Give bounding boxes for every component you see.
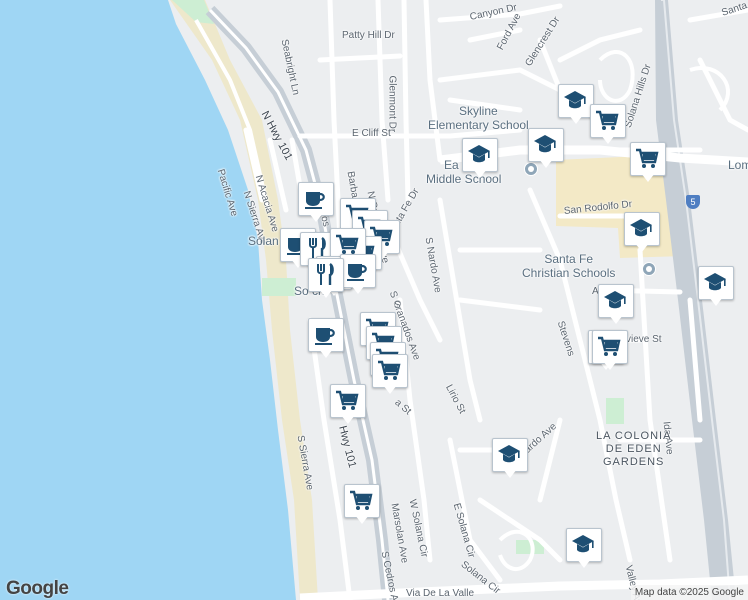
shopping-marker[interactable]: [344, 484, 380, 526]
place-line: LA COLONIA: [596, 430, 672, 442]
place-label-santa-fe-christian: Santa Fe Christian Schools: [522, 252, 615, 280]
school-marker[interactable]: [492, 438, 528, 480]
shopping-icon: [350, 490, 373, 510]
shopping-icon: [336, 390, 359, 410]
coffee-icon: [347, 264, 367, 281]
marker-pointer: [635, 243, 649, 252]
map-attribution[interactable]: Map data ©2025 Google: [630, 585, 748, 600]
street-label-e-cliff-st: E Cliff St: [352, 128, 391, 139]
school-marker[interactable]: [528, 128, 564, 170]
interstate-5-shield-icon: 5: [686, 195, 700, 209]
school-icon: [704, 273, 726, 291]
shopping-marker[interactable]: [630, 142, 666, 184]
school-icon: [534, 135, 556, 153]
school-marker[interactable]: [558, 84, 594, 126]
restaurant-icon: [317, 263, 334, 285]
shopping-marker[interactable]: [590, 104, 626, 146]
marker-pointer: [709, 297, 723, 306]
street-label-vieve-st: vieve St: [626, 334, 662, 345]
school-icon: [604, 291, 626, 309]
street-label-lom: Lom: [728, 158, 748, 172]
place-label-solana-beach-1: Solan: [248, 234, 279, 248]
marker-pointer: [383, 385, 397, 394]
marker-pointer: [577, 559, 591, 568]
street-label-s-fragment: S: [394, 300, 401, 311]
marker-pointer: [319, 349, 333, 358]
school-icon: [498, 445, 520, 463]
school-icon: [468, 145, 490, 163]
place-label-skyline-school: Skyline Elementary School: [428, 104, 529, 132]
marker-pointer: [473, 169, 487, 178]
coffee-marker[interactable]: [308, 318, 344, 360]
shopping-marker[interactable]: [330, 384, 366, 426]
coffee-icon: [305, 192, 325, 209]
marker-pointer: [603, 361, 617, 370]
school-marker[interactable]: [698, 266, 734, 308]
street-label-patty-hill-dr: Patty Hill Dr: [342, 30, 395, 41]
place-label-la-colonia: LA COLONIA DE EDEN GARDENS: [596, 430, 671, 469]
restaurant-marker[interactable]: [308, 258, 344, 300]
place-line: Christian Schools: [522, 266, 616, 280]
school-marker[interactable]: [462, 138, 498, 180]
street-label-glenmont-dr: Glenmont Dr: [386, 75, 398, 133]
school-marker[interactable]: [624, 212, 660, 254]
coffee-marker[interactable]: [340, 254, 376, 296]
school-icon: [630, 219, 652, 237]
place-line: DE EDEN: [605, 443, 662, 455]
shopping-icon: [596, 110, 619, 130]
school-icon: [564, 91, 586, 109]
school-marker[interactable]: [566, 528, 602, 570]
marker-pointer: [351, 285, 365, 294]
marker-pointer: [601, 135, 615, 144]
marker-pointer: [569, 115, 583, 124]
place-line: GARDENS: [603, 456, 665, 468]
shopping-marker[interactable]: [592, 330, 628, 372]
shopping-icon: [598, 336, 621, 356]
shopping-marker[interactable]: [372, 354, 408, 396]
place-line: Skyline: [459, 104, 498, 118]
street-label-via-de-la-valle: Via De La Valle: [406, 588, 475, 599]
marker-pointer: [503, 469, 517, 478]
google-logo[interactable]: Google: [6, 578, 69, 600]
marker-pointer: [609, 315, 623, 324]
shopping-icon: [636, 148, 659, 168]
marker-pointer: [319, 289, 333, 298]
coffee-icon: [315, 328, 335, 345]
school-marker[interactable]: [598, 284, 634, 326]
place-line: Santa Fe: [544, 252, 594, 266]
school-icon: [572, 535, 594, 553]
map-canvas[interactable]: N Hwy 101 Seabright Ln Patty Hill Dr Can…: [0, 0, 748, 600]
shopping-icon: [378, 360, 401, 380]
marker-pointer: [309, 213, 323, 222]
school-poi-icon[interactable]: [642, 262, 656, 276]
place-line: Elementary School: [428, 118, 529, 132]
coffee-marker[interactable]: [298, 182, 334, 224]
marker-pointer: [539, 159, 553, 168]
marker-pointer: [341, 415, 355, 424]
marker-pointer: [355, 515, 369, 524]
marker-pointer: [641, 173, 655, 182]
